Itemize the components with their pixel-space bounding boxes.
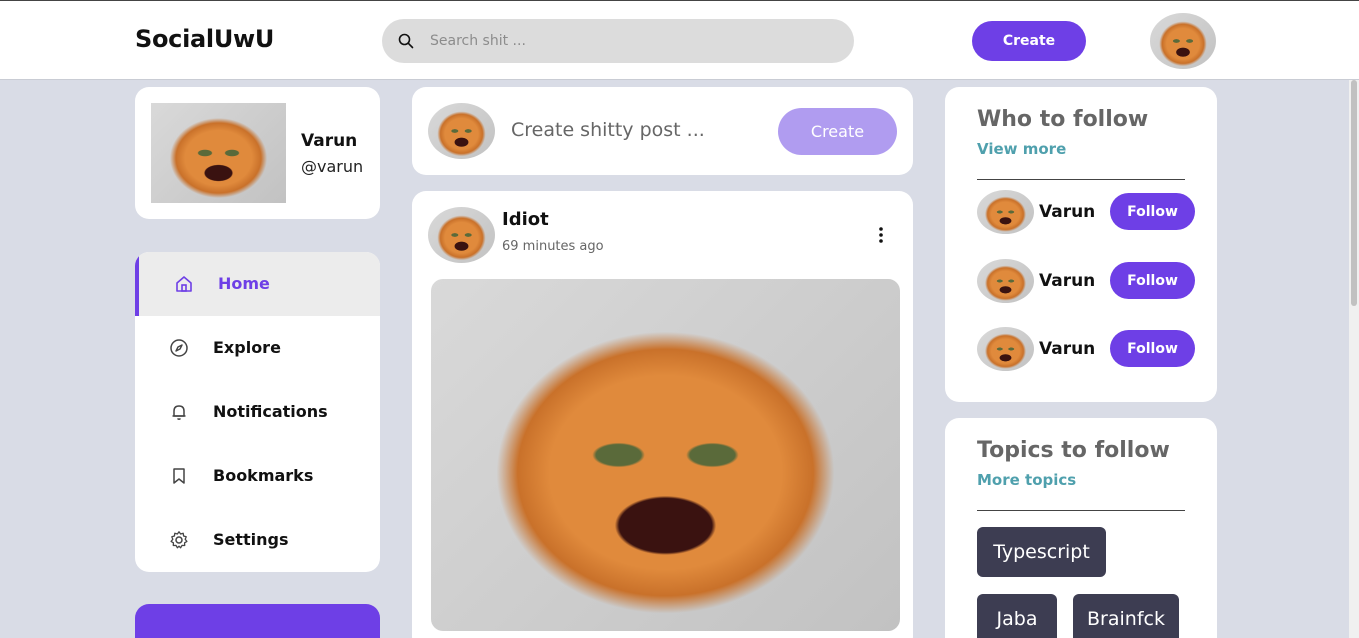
view-more-link[interactable]: View more — [977, 140, 1066, 158]
topic-chip[interactable]: Typescript — [977, 527, 1106, 577]
profile-card[interactable]: Varun @varun — [135, 87, 380, 219]
brand-logo[interactable]: SocialUwU — [135, 25, 274, 53]
suggestion-name[interactable]: Varun — [1039, 202, 1095, 222]
bookmark-icon — [173, 468, 185, 484]
follow-suggestion: Varun Follow — [977, 325, 1207, 373]
create-button[interactable]: Create — [972, 21, 1086, 61]
post-author-name[interactable]: Idiot — [502, 209, 549, 230]
topics-card: Topics to follow More topics Typescript … — [945, 418, 1217, 638]
more-topics-link[interactable]: More topics — [977, 471, 1076, 489]
sidebar-item-label: Bookmarks — [213, 466, 314, 485]
more-options-icon[interactable] — [874, 225, 888, 245]
scrollbar-thumb[interactable] — [1351, 80, 1357, 306]
topics-title: Topics to follow — [977, 438, 1170, 463]
profile-name: Varun — [301, 131, 358, 151]
home-icon — [176, 276, 192, 292]
compass-icon — [170, 339, 188, 357]
create-post-button[interactable]: Create Post — [135, 604, 380, 638]
divider — [977, 179, 1185, 180]
topic-chip[interactable]: Brainfck — [1073, 594, 1179, 638]
suggestion-avatar[interactable] — [977, 327, 1034, 371]
suggestion-avatar[interactable] — [977, 259, 1034, 303]
sidebar-item-label: Settings — [213, 530, 289, 549]
follow-suggestion: Varun Follow — [977, 188, 1207, 236]
gear-icon — [170, 531, 188, 549]
user-avatar[interactable] — [1150, 13, 1216, 69]
search-input[interactable] — [430, 19, 830, 63]
post-composer: Create shitty post ... Create — [412, 87, 913, 175]
search-bar[interactable] — [382, 19, 854, 63]
sidebar-nav: Home Explore Notifications Bookmarks Set… — [135, 252, 380, 572]
search-icon — [398, 33, 414, 49]
topic-chip[interactable]: Jaba — [977, 594, 1057, 638]
sidebar-item-home[interactable]: Home — [135, 252, 380, 316]
sidebar-item-label: Explore — [213, 338, 281, 357]
who-to-follow-card: Who to follow View more Varun Follow Var… — [945, 87, 1217, 402]
sidebar-item-label: Notifications — [213, 402, 328, 421]
sidebar-item-label: Home — [218, 274, 270, 293]
suggestion-name[interactable]: Varun — [1039, 339, 1095, 359]
sidebar-item-bookmarks[interactable]: Bookmarks — [135, 444, 380, 508]
post-card: Idiot 69 minutes ago — [412, 191, 913, 638]
suggestion-name[interactable]: Varun — [1039, 271, 1095, 291]
sidebar-item-explore[interactable]: Explore — [135, 316, 380, 380]
bell-icon — [172, 405, 186, 420]
top-bar: SocialUwU Create — [0, 0, 1359, 80]
profile-handle: @varun — [301, 157, 364, 176]
post-timestamp: 69 minutes ago — [502, 239, 604, 254]
follow-button[interactable]: Follow — [1110, 193, 1195, 230]
composer-input[interactable]: Create shitty post ... — [511, 119, 705, 141]
profile-picture — [151, 103, 286, 203]
sidebar-item-notifications[interactable]: Notifications — [135, 380, 380, 444]
suggestion-avatar[interactable] — [977, 190, 1034, 234]
who-to-follow-title: Who to follow — [977, 107, 1149, 132]
sidebar-item-settings[interactable]: Settings — [135, 508, 380, 572]
page-scrollbar[interactable] — [1349, 80, 1359, 638]
follow-button[interactable]: Follow — [1110, 262, 1195, 299]
composer-avatar — [428, 103, 495, 159]
follow-button[interactable]: Follow — [1110, 330, 1195, 367]
post-author-avatar[interactable] — [428, 207, 495, 263]
divider — [977, 510, 1185, 511]
composer-create-button[interactable]: Create — [778, 108, 897, 155]
post-image[interactable] — [431, 279, 900, 631]
follow-suggestion: Varun Follow — [977, 257, 1207, 305]
